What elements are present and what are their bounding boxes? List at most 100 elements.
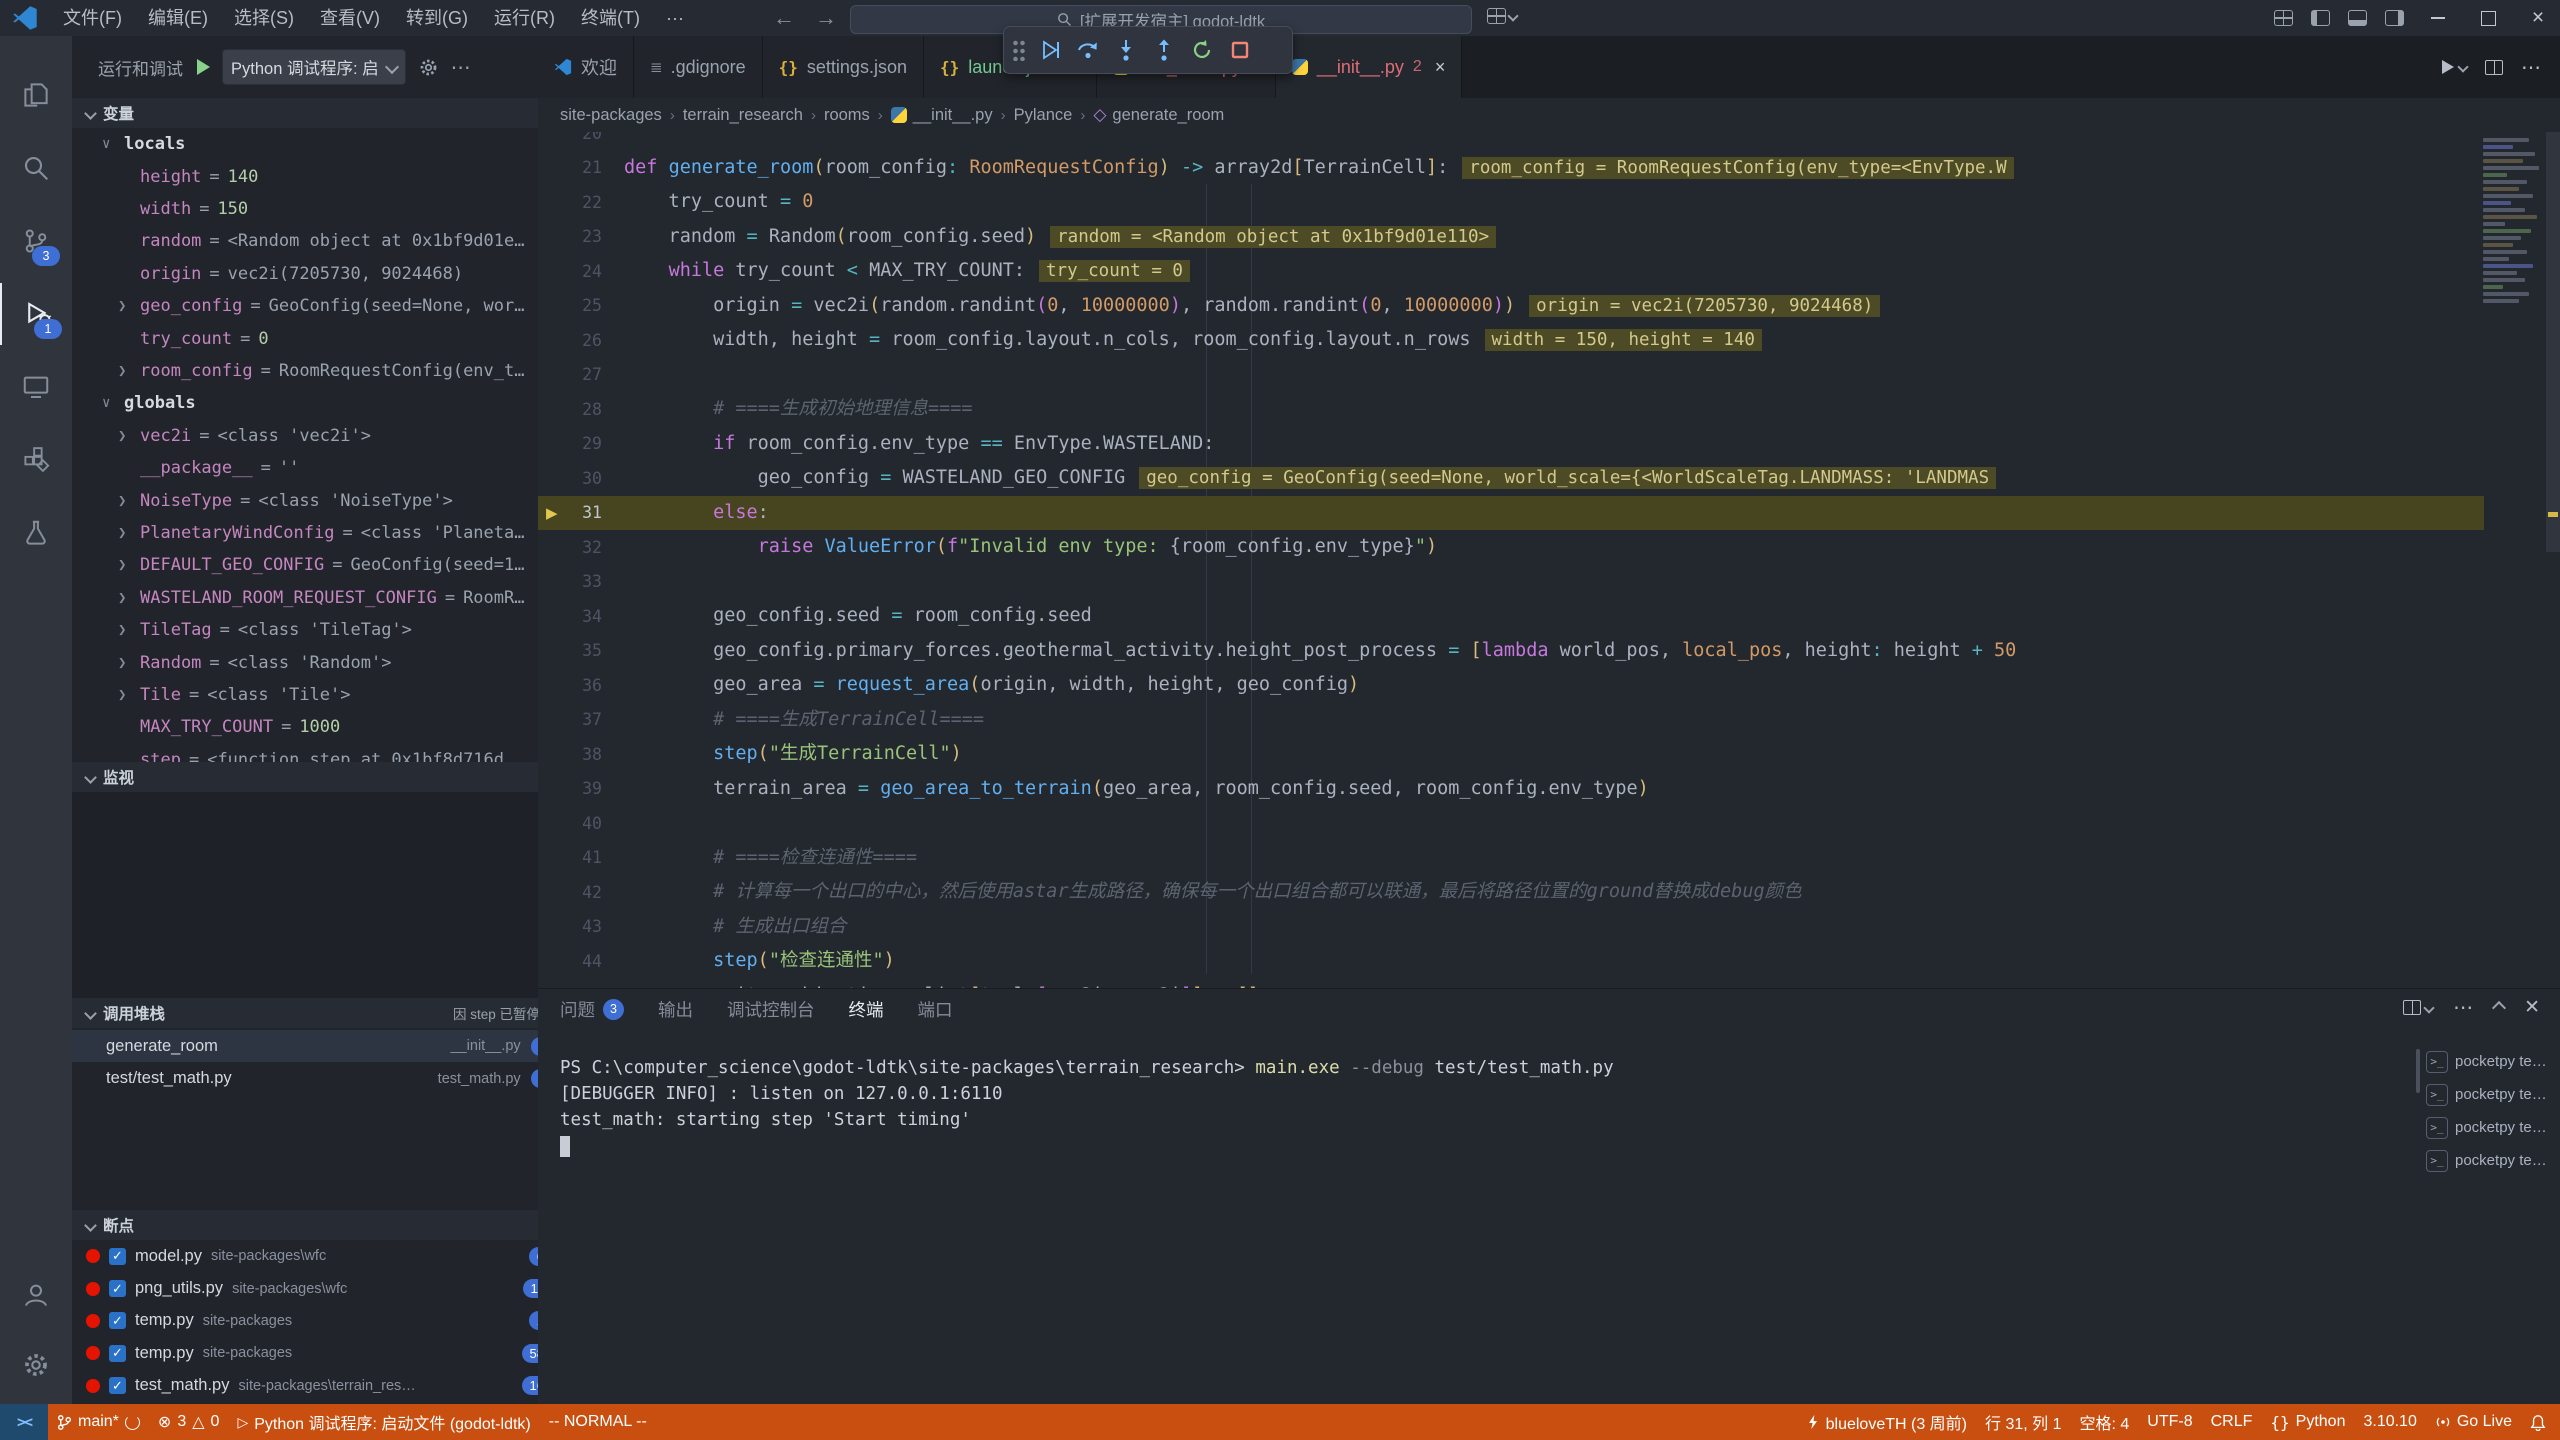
customize-layout-icon[interactable]	[2274, 10, 2293, 26]
line-number[interactable]: 28	[538, 400, 624, 419]
testing-icon[interactable]	[0, 502, 72, 564]
menu-item[interactable]: 运行(R)	[481, 0, 568, 36]
tab-欢迎[interactable]: 欢迎	[538, 36, 634, 98]
go-live-item[interactable]: Go Live	[2426, 1404, 2521, 1440]
close-icon[interactable]: ×	[1435, 57, 1446, 78]
vim-mode-item[interactable]: -- NORMAL --	[540, 1404, 656, 1440]
debug-session-item[interactable]: ▷ Python 调试程序: 启动文件 (godot-ldtk)	[228, 1404, 539, 1440]
minimap[interactable]	[2483, 135, 2545, 306]
checkbox-checked[interactable]: ✓	[109, 1345, 126, 1362]
explorer-icon[interactable]	[0, 64, 72, 126]
code-line[interactable]: 36 geo_area = request_area(origin, width…	[538, 668, 2546, 703]
line-number[interactable]: 34	[538, 607, 624, 626]
code-line[interactable]: 40	[538, 806, 2546, 841]
code-editor[interactable]: 20 21def generate_room(room_config: RoomR…	[538, 132, 2560, 988]
variable-row[interactable]: random=<Random object at 0x1bf9d01e…	[72, 225, 538, 257]
code-line[interactable]: 44 step("检查连通性")	[538, 944, 2546, 979]
variable-row[interactable]: ❯PlanetaryWindConfig=<class 'Planeta…	[72, 517, 538, 549]
drag-handle-icon[interactable]	[1012, 39, 1026, 61]
line-number[interactable]: 44	[538, 952, 624, 971]
terminal-output[interactable]: PS C:\computer_science\godot-ldtk\site-p…	[560, 1055, 1614, 1157]
checkbox-checked[interactable]: ✓	[109, 1280, 126, 1297]
line-number[interactable]: 24	[538, 262, 624, 281]
menu-item[interactable]: 终端(T)	[568, 0, 653, 36]
minimize-button[interactable]	[2416, 0, 2460, 36]
maximize-panel-icon[interactable]	[2492, 1000, 2506, 1014]
nav-back-icon[interactable]: ←	[763, 5, 805, 31]
notifications-item[interactable]	[2521, 1404, 2560, 1440]
remote-window-icon[interactable]	[1487, 8, 1517, 24]
breakpoint-row[interactable]: ✓png_utils.pysite-packages\wfc11	[72, 1272, 538, 1304]
terminal-instance[interactable]: >_pocketpy te…	[2426, 1078, 2554, 1111]
line-number[interactable]: 27	[538, 365, 624, 384]
code-line[interactable]: 20	[538, 132, 2546, 151]
toggle-secondary-sidebar-icon[interactable]	[2385, 10, 2404, 26]
variable-row[interactable]: height=140	[72, 160, 538, 192]
code-line[interactable]: 28 # ====生成初始地理信息====	[538, 392, 2546, 427]
line-number[interactable]: 32	[538, 538, 624, 557]
line-number[interactable]: 43	[538, 917, 624, 936]
checkbox-checked[interactable]: ✓	[109, 1248, 126, 1265]
code-line[interactable]: 23 random = Random(room_config.seed)rand…	[538, 220, 2546, 255]
code-line[interactable]: 41 # ====检查连通性====	[538, 841, 2546, 876]
step-into-button[interactable]	[1110, 33, 1142, 67]
line-number[interactable]: 41	[538, 848, 624, 867]
encoding-item[interactable]: UTF-8	[2138, 1404, 2201, 1440]
search-icon[interactable]	[0, 137, 72, 199]
panel-tab-问题[interactable]: 问题3	[560, 997, 624, 1022]
code-line[interactable]: 21def generate_room(room_config: RoomReq…	[538, 151, 2546, 186]
checkbox-checked[interactable]: ✓	[109, 1312, 126, 1329]
line-number[interactable]: 20	[538, 132, 624, 143]
menu-item[interactable]: ···	[653, 0, 697, 36]
variable-row[interactable]: ❯TileTag=<class 'TileTag'>	[72, 614, 538, 646]
line-number[interactable]: 22	[538, 193, 624, 212]
variables-section-header[interactable]: 变量	[72, 98, 538, 128]
code-line[interactable]: 34 geo_config.seed = room_config.seed	[538, 599, 2546, 634]
variable-row[interactable]: MAX_TRY_COUNT=1000	[72, 711, 538, 743]
cursor-position-item[interactable]: 行 31, 列 1	[1976, 1404, 2070, 1440]
stop-button[interactable]	[1224, 33, 1256, 67]
watch-section-header[interactable]: 监视	[72, 762, 538, 792]
toggle-primary-sidebar-icon[interactable]	[2311, 10, 2330, 26]
line-number[interactable]: 40	[538, 814, 624, 833]
line-number[interactable]: 37	[538, 710, 624, 729]
menu-item[interactable]: 编辑(E)	[135, 0, 221, 36]
tab-__init__.py[interactable]: __init__.py2×	[1276, 36, 1463, 98]
code-line[interactable]: 29 if room_config.env_type == EnvType.WA…	[538, 427, 2546, 462]
menu-item[interactable]: 文件(F)	[50, 0, 135, 36]
code-line[interactable]: 39 terrain_area = geo_area_to_terrain(ge…	[538, 772, 2546, 807]
call-stack-section-header[interactable]: 调用堆栈 因 step 已暂停	[72, 998, 538, 1028]
code-line[interactable]: 43 # 生成出口组合	[538, 910, 2546, 945]
panel-tab-端口[interactable]: 端口	[918, 997, 953, 1022]
panel-tab-终端[interactable]: 终端	[849, 997, 884, 1022]
code-line[interactable]: 25 origin = vec2i(random.randint(0, 1000…	[538, 289, 2546, 324]
extensions-icon[interactable]	[0, 429, 72, 491]
debug-config-dropdown[interactable]: Python 调试程序: 启	[222, 49, 406, 85]
restart-button[interactable]	[1186, 33, 1218, 67]
run-python-file-button[interactable]	[2442, 60, 2467, 74]
line-number[interactable]: 42	[538, 883, 624, 902]
terminal-instance[interactable]: >_pocketpy te…	[2426, 1045, 2554, 1078]
variables-group-globals[interactable]: ∨globals	[72, 387, 538, 419]
code-line[interactable]: 26 width, height = room_config.layout.n_…	[538, 323, 2546, 358]
line-number[interactable]: 25	[538, 296, 624, 315]
more-actions-icon[interactable]: ⋯	[2521, 55, 2542, 80]
variable-row[interactable]: ❯geo_config=GeoConfig(seed=None, wor…	[72, 290, 538, 322]
stack-frame[interactable]: generate_room__init__.py31:1	[72, 1030, 538, 1062]
variable-row[interactable]: ❯DEFAULT_GEO_CONFIG=GeoConfig(seed=1…	[72, 549, 538, 581]
breadcrumb-item[interactable]: ◇generate_room	[1093, 105, 1224, 125]
breadcrumb-item[interactable]: rooms	[824, 106, 870, 125]
code-line[interactable]: 38 step("生成TerrainCell")	[538, 737, 2546, 772]
variable-row[interactable]: try_count=0	[72, 322, 538, 354]
code-line[interactable]: ▶31 else:	[538, 496, 2546, 531]
split-editor-icon[interactable]	[2485, 60, 2503, 75]
editor-scrollbar[interactable]	[2546, 132, 2560, 552]
variable-row[interactable]: origin=vec2i(7205730, 9024468)	[72, 258, 538, 290]
code-line[interactable]: 30 geo_config = WASTELAND_GEO_CONFIGgeo_…	[538, 461, 2546, 496]
maximize-button[interactable]	[2466, 0, 2510, 36]
step-over-button[interactable]	[1072, 33, 1104, 67]
breadcrumb-item[interactable]: __init__.py	[891, 106, 993, 125]
line-number[interactable]: 36	[538, 676, 624, 695]
git-blame-item[interactable]: blueloveTH (3 周前)	[1798, 1404, 1976, 1440]
git-branch-item[interactable]: main*	[48, 1404, 149, 1440]
